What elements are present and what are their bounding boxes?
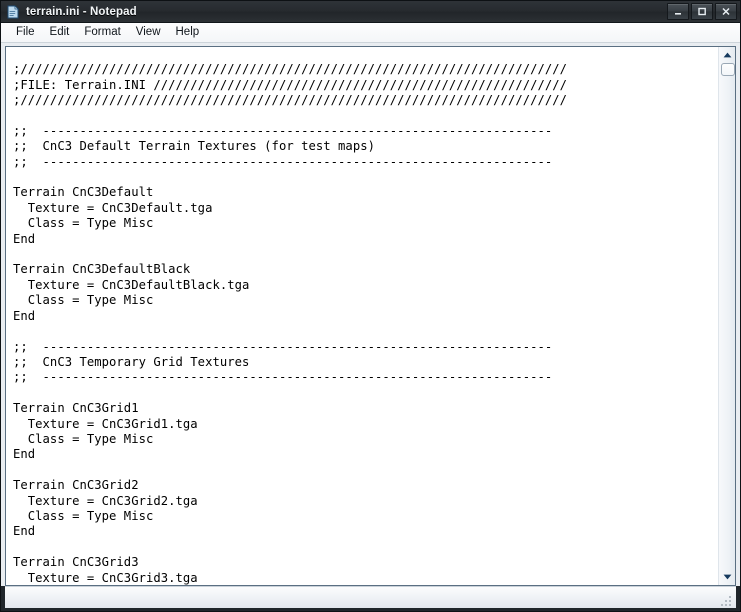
triangle-up-icon	[723, 52, 731, 58]
maximize-button[interactable]	[691, 3, 713, 20]
close-button[interactable]	[715, 3, 737, 20]
resize-grip[interactable]	[720, 593, 734, 607]
notepad-window: terrain.ini - Notepad File Edit Format V…	[0, 0, 741, 612]
window-title: terrain.ini - Notepad	[26, 5, 137, 18]
vertical-scrollbar[interactable]	[718, 47, 735, 585]
title-bar[interactable]: terrain.ini - Notepad	[1, 1, 740, 23]
scroll-down-button[interactable]	[719, 569, 735, 585]
menu-item-view[interactable]: View	[129, 25, 169, 40]
status-bar	[5, 586, 736, 608]
menu-item-help[interactable]: Help	[169, 25, 208, 40]
minimize-button[interactable]	[667, 3, 689, 20]
triangle-down-icon	[723, 574, 731, 580]
scrollbar-track[interactable]	[719, 63, 735, 569]
menu-item-format[interactable]: Format	[77, 25, 128, 40]
client-area: ;///////////////////////////////////////…	[1, 43, 740, 586]
scrollbar-thumb[interactable]	[721, 63, 735, 76]
editor-frame: ;///////////////////////////////////////…	[5, 46, 736, 586]
scroll-up-button[interactable]	[719, 47, 735, 63]
editor-text[interactable]: ;///////////////////////////////////////…	[6, 59, 718, 585]
text-editor-area[interactable]: ;///////////////////////////////////////…	[6, 47, 718, 585]
menu-item-file[interactable]: File	[9, 25, 43, 40]
minimize-icon	[675, 13, 681, 15]
menu-item-edit[interactable]: Edit	[43, 25, 78, 40]
maximize-icon	[698, 7, 706, 16]
close-icon	[722, 7, 730, 16]
notepad-document-icon	[6, 4, 20, 19]
menu-bar: File Edit Format View Help	[1, 23, 740, 43]
window-controls	[667, 3, 737, 20]
